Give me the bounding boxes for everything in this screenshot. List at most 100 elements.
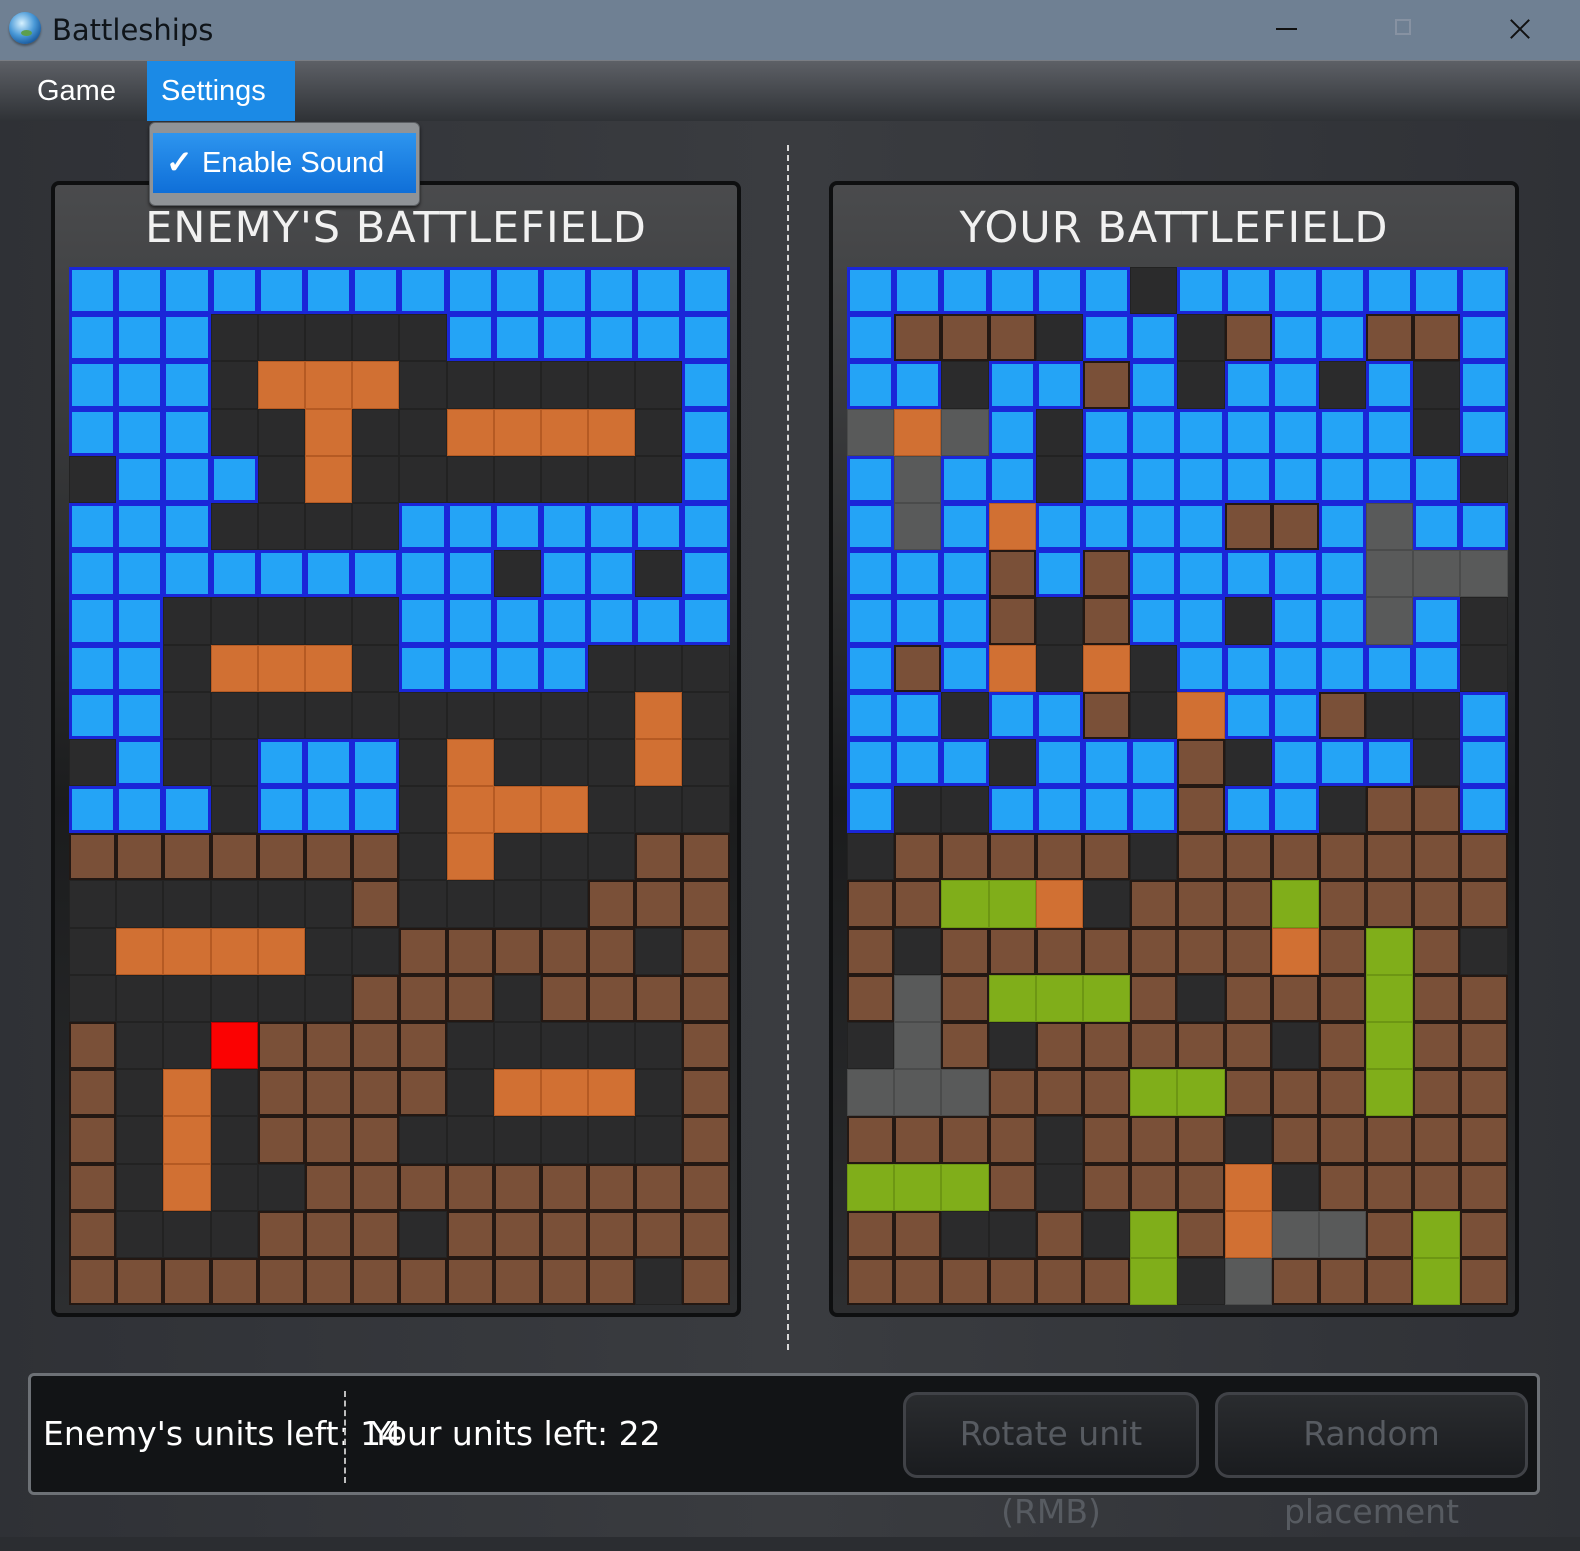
enemy-grid-cell[interactable] [399,1210,447,1258]
enemy-grid-cell[interactable] [399,267,447,315]
enemy-grid-cell[interactable] [257,786,305,834]
enemy-grid-cell[interactable] [304,408,353,456]
enemy-grid-cell[interactable] [210,455,258,503]
player-grid-cell[interactable] [1413,1116,1461,1164]
enemy-grid-cell[interactable] [635,880,683,928]
enemy-grid-cell[interactable] [304,267,353,315]
enemy-grid-cell[interactable] [493,455,541,503]
enemy-grid-cell[interactable] [540,644,589,692]
enemy-grid-cell[interactable] [399,1069,447,1117]
player-grid-cell[interactable] [894,267,942,315]
enemy-grid-cell[interactable] [540,974,589,1022]
enemy-grid-cell[interactable] [116,833,164,881]
player-grid-cell[interactable] [1318,1069,1367,1117]
enemy-grid-cell[interactable] [210,738,258,787]
player-grid-cell[interactable] [894,1022,942,1070]
player-grid-cell[interactable] [1271,1163,1319,1211]
player-grid-cell[interactable] [941,1022,989,1070]
player-grid-cell[interactable] [988,974,1036,1022]
enemy-grid-cell[interactable] [257,927,305,975]
player-grid-cell[interactable] [847,1257,895,1306]
player-grid-cell[interactable] [1035,314,1083,362]
player-grid-cell[interactable] [1224,1069,1272,1117]
player-grid-cell[interactable] [1318,1116,1367,1164]
player-grid-cell[interactable] [847,361,895,409]
enemy-grid-cell[interactable] [210,1116,258,1164]
enemy-grid-cell[interactable] [635,314,683,362]
player-grid-cell[interactable] [1177,833,1225,881]
player-grid-cell[interactable] [1035,786,1083,834]
player-grid-cell[interactable] [1224,691,1272,739]
player-grid-cell[interactable] [1035,644,1083,692]
enemy-grid-cell[interactable] [116,408,164,456]
enemy-grid-cell[interactable] [210,974,258,1022]
player-grid-cell[interactable] [1130,1069,1178,1117]
player-grid-cell[interactable] [1035,738,1083,787]
enemy-grid-cell[interactable] [446,597,494,645]
player-grid-cell[interactable] [1460,738,1508,787]
player-grid-cell[interactable] [1130,361,1178,409]
enemy-grid-cell[interactable] [588,1069,636,1117]
maximize-icon[interactable] [1353,0,1453,60]
player-grid-cell[interactable] [847,408,895,456]
player-grid-cell[interactable] [1366,1022,1414,1070]
enemy-grid-cell[interactable] [635,502,683,551]
player-grid-cell[interactable] [1318,974,1367,1022]
enemy-grid-cell[interactable] [682,502,730,551]
player-grid-cell[interactable] [1318,597,1367,645]
enemy-grid-cell[interactable] [304,597,353,645]
enable-sound-option[interactable]: ✓ Enable Sound [153,133,416,193]
enemy-grid-cell[interactable] [493,1257,541,1306]
enemy-grid-cell[interactable] [399,644,447,692]
enemy-grid-cell[interactable] [399,927,447,975]
enemy-grid-cell[interactable] [69,644,117,692]
player-grid-cell[interactable] [1413,974,1461,1022]
player-grid-cell[interactable] [1413,597,1461,645]
enemy-grid-cell[interactable] [682,833,730,881]
enemy-grid-cell[interactable] [163,738,211,787]
enemy-grid-cell[interactable] [352,880,400,928]
enemy-grid-cell[interactable] [446,974,494,1022]
enemy-grid-cell[interactable] [540,927,589,975]
enemy-grid-cell[interactable] [352,408,400,456]
enemy-grid-cell[interactable] [257,1163,305,1211]
enemy-grid-cell[interactable] [304,455,353,503]
player-grid-cell[interactable] [847,597,895,645]
enemy-grid-cell[interactable] [257,1210,305,1258]
player-grid-cell[interactable] [1130,927,1178,975]
enemy-grid-cell[interactable] [69,974,117,1022]
enemy-grid-cell[interactable] [116,974,164,1022]
player-grid-cell[interactable] [1271,1210,1319,1258]
enemy-grid-cell[interactable] [493,1069,541,1117]
player-grid-cell[interactable] [1082,880,1131,928]
enemy-grid-cell[interactable] [257,1022,305,1070]
enemy-grid-cell[interactable] [210,1210,258,1258]
enemy-grid-cell[interactable] [493,691,541,739]
player-grid-cell[interactable] [1224,455,1272,503]
player-grid-cell[interactable] [1413,1022,1461,1070]
enemy-grid-cell[interactable] [116,267,164,315]
enemy-grid-cell[interactable] [446,1116,494,1164]
player-grid-cell[interactable] [1130,455,1178,503]
enemy-grid-cell[interactable] [446,314,494,362]
player-grid-cell[interactable] [847,880,895,928]
enemy-grid-cell[interactable] [399,1163,447,1211]
enemy-grid-cell[interactable] [588,1116,636,1164]
player-grid-cell[interactable] [1082,1210,1131,1258]
enemy-grid-cell[interactable] [540,1210,589,1258]
enemy-grid-cell[interactable] [163,1022,211,1070]
enemy-grid-cell[interactable] [446,880,494,928]
player-grid-cell[interactable] [1035,691,1083,739]
player-grid-cell[interactable] [847,1116,895,1164]
enemy-grid-cell[interactable] [588,455,636,503]
player-grid-cell[interactable] [941,502,989,551]
enemy-grid-cell[interactable] [163,1210,211,1258]
player-battlefield-grid[interactable] [847,267,1508,1307]
enemy-grid-cell[interactable] [540,1163,589,1211]
enemy-grid-cell[interactable] [210,691,258,739]
enemy-grid-cell[interactable] [540,267,589,315]
player-grid-cell[interactable] [1413,314,1461,362]
enemy-grid-cell[interactable] [304,691,353,739]
enemy-grid-cell[interactable] [399,1116,447,1164]
player-grid-cell[interactable] [894,1116,942,1164]
